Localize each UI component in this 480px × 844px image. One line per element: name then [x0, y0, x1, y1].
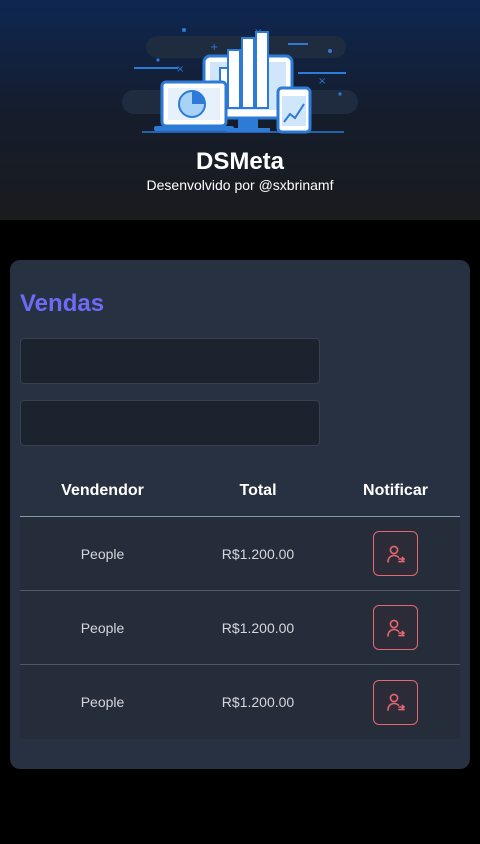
notify-user-icon	[386, 545, 405, 563]
card-title: Vendas	[20, 290, 105, 317]
table-row: People R$1.200.00	[20, 517, 460, 591]
column-header-seller: Vendendor	[61, 482, 144, 499]
table-header: Vendendor Total Notificar	[20, 466, 460, 517]
end-date-input[interactable]	[20, 400, 320, 446]
total-cell: R$1.200.00	[221, 619, 295, 636]
notify-cell	[331, 531, 460, 576]
notify-cell	[331, 605, 460, 650]
seller-cell: People	[80, 694, 125, 710]
start-date-input[interactable]	[20, 338, 320, 384]
svg-text:+: +	[210, 42, 218, 53]
column-header-notify: Notificar	[363, 482, 428, 499]
dashboard-devices-icon: + × × ×	[122, 27, 358, 134]
table-row: People R$1.200.00	[20, 591, 460, 665]
app-header: + × × × DSMeta Desenvolvido por @sxbrina…	[0, 0, 480, 220]
app-title: DSMeta	[195, 148, 285, 175]
sales-table: Vendendor Total Notificar People R$1.200…	[20, 466, 460, 739]
seller-cell: People	[80, 619, 125, 636]
sales-card: Vendas Vendendor Total Notificar People …	[10, 260, 470, 769]
table-row: People R$1.200.00	[20, 665, 460, 739]
notify-user-icon	[386, 693, 405, 711]
notify-button[interactable]	[373, 605, 418, 650]
total-cell: R$1.200.00	[221, 694, 295, 710]
column-header-total: Total	[239, 482, 277, 499]
svg-text:×: ×	[176, 64, 184, 75]
notify-cell	[331, 679, 460, 725]
total-cell: R$1.200.00	[221, 545, 295, 562]
svg-text:×: ×	[318, 76, 326, 87]
notify-button[interactable]	[373, 531, 418, 576]
notify-button[interactable]	[373, 679, 418, 725]
seller-cell: People	[80, 545, 125, 562]
notify-user-icon	[386, 619, 405, 637]
app-subtitle: Desenvolvido por @sxbrinamf	[146, 177, 334, 193]
